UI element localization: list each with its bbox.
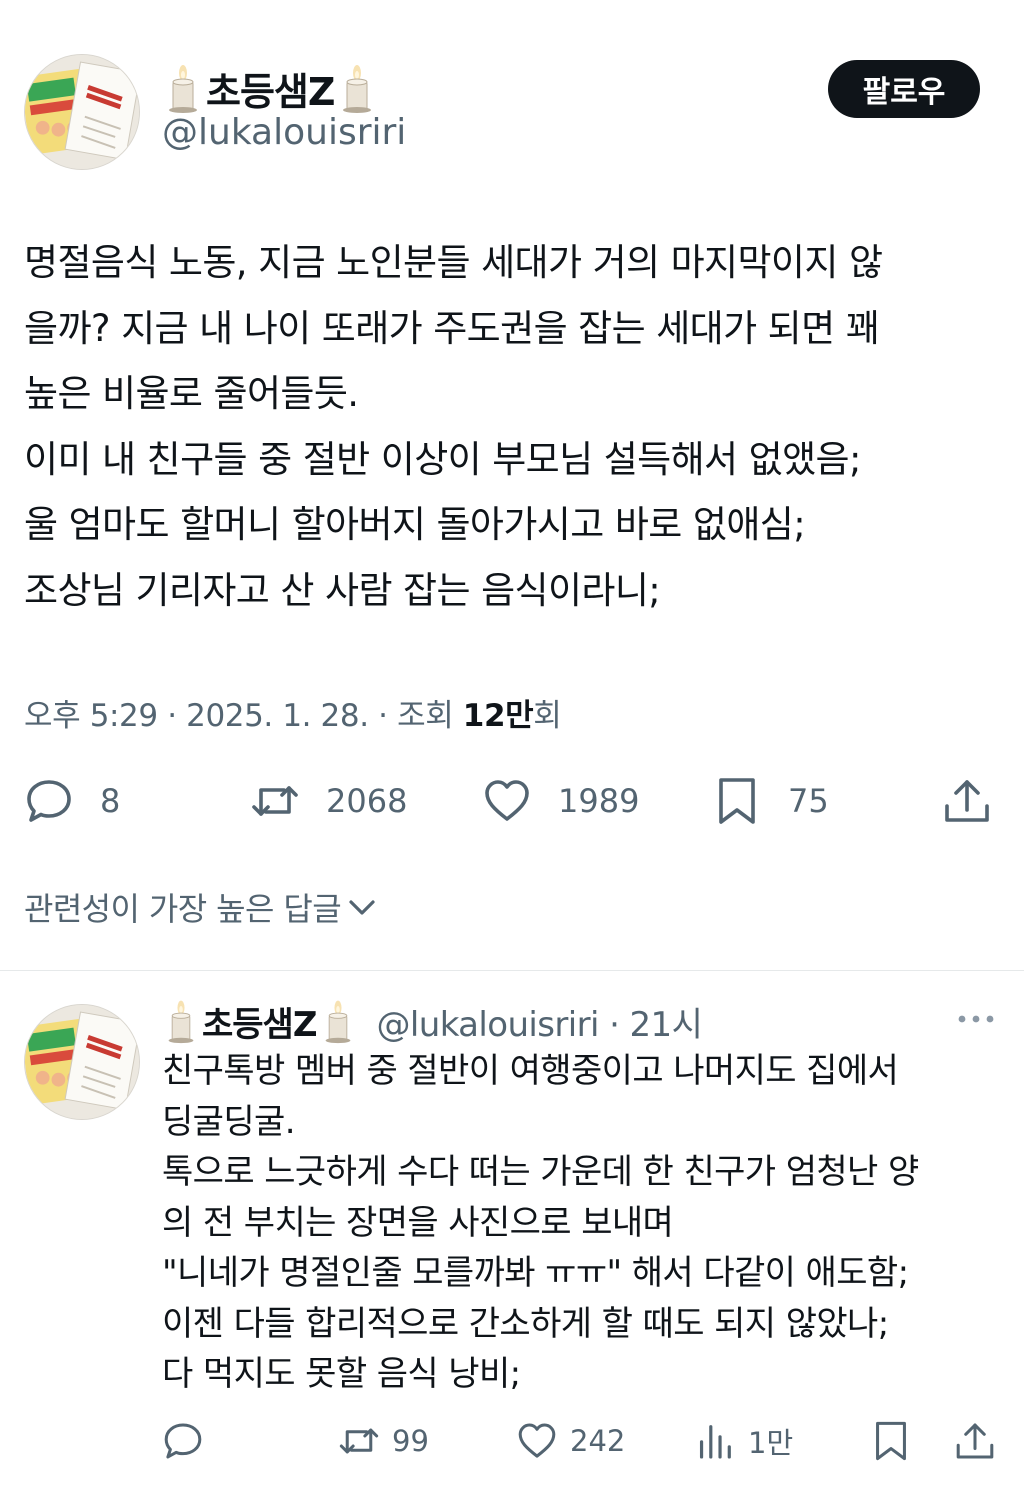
- reply-count: 8: [100, 782, 121, 820]
- share-button[interactable]: [942, 776, 992, 826]
- avatar[interactable]: [24, 1004, 140, 1120]
- bar-chart-icon: [694, 1420, 736, 1462]
- like-button[interactable]: 1989: [482, 776, 639, 826]
- tweet-meta: 오후 5:29 · 2025. 1. 28. · 조회 12만회: [24, 690, 562, 735]
- meta-separator: ·: [167, 698, 177, 734]
- reply-like-count: 242: [570, 1424, 626, 1458]
- more-options-button[interactable]: [954, 1004, 998, 1034]
- speech-bubble-icon: [24, 776, 74, 826]
- reply-reply-button[interactable]: [162, 1420, 204, 1462]
- reply-handle-time: @lukalouisriri · 21시: [377, 997, 703, 1046]
- author-name-row[interactable]: 초등샘Z: [162, 60, 378, 116]
- sort-label: 관련성이 가장 높은 답글: [24, 890, 342, 928]
- share-upload-icon: [942, 776, 992, 826]
- reply-text-line: 톡으로 느긋하게 수다 떠는 가운데 한 친구가 엄청난 양: [162, 1152, 919, 1192]
- bookmark-icon: [870, 1420, 912, 1462]
- meta-separator: ·: [609, 1004, 620, 1045]
- share-upload-icon: [954, 1420, 996, 1462]
- tweet-text-line: 울 엄마도 할머니 할아버지 돌아가시고 바로 없애심;: [24, 503, 806, 546]
- reply-author-display-name: 초등샘Z: [202, 1004, 317, 1045]
- views-count: 12만: [462, 698, 534, 734]
- candle-emoji-icon: [319, 998, 357, 1044]
- reply-text-line: 의 전 부치는 장면을 사진으로 보내며: [162, 1202, 674, 1243]
- book-cover-avatar-icon: [25, 55, 139, 169]
- tweet-detail-page: 초등샘Z @lukalouisriri 팔로우 명절음식 노동, 지금 노인분들…: [0, 0, 1024, 1491]
- reply-author-row[interactable]: 초등샘Z @lukalouisriri · 21시: [162, 996, 703, 1046]
- meta-separator: ·: [378, 698, 388, 734]
- reply-text-line: 다 먹지도 못할 음식 낭비;: [162, 1354, 521, 1394]
- speech-bubble-icon: [162, 1420, 204, 1462]
- reply-time[interactable]: 21시: [630, 1005, 703, 1045]
- retweet-arrows-icon: [250, 776, 300, 826]
- reply-button[interactable]: 8: [24, 776, 120, 826]
- views-suffix: 회: [533, 698, 562, 734]
- reply-text-line: 딩굴딩굴.: [162, 1101, 296, 1142]
- like-count: 1989: [558, 782, 640, 820]
- tweet-text-line: 이미 내 친구들 중 절반 이상이 부모님 설득해서 없앴음;: [24, 437, 861, 481]
- reply-text-line: "니네가 명절인줄 모를까봐 ㅠㅠ" 해서 다같이 애도함;: [162, 1253, 909, 1293]
- reply-retweet-count: 99: [392, 1424, 429, 1458]
- tweet-text-line: 을까? 지금 내 나이 또래가 주도권을 잡는 세대가 되면 꽤: [24, 306, 880, 350]
- tweet-text-line: 높은 비율로 줄어들듯.: [24, 372, 359, 415]
- tweet-time[interactable]: 오후 5:29: [24, 698, 158, 734]
- reply-text-line: 이젠 다들 합리적으로 간소하게 할 때도 되지 않았나;: [162, 1303, 889, 1344]
- follow-button[interactable]: 팔로우: [828, 60, 980, 118]
- reply-like-button[interactable]: 242: [516, 1420, 625, 1462]
- reply-bookmark-button[interactable]: [870, 1420, 912, 1462]
- reply-share-button[interactable]: [954, 1420, 996, 1462]
- divider: [0, 970, 1024, 971]
- tweet-text-line: 명절음식 노동, 지금 노인분들 세대가 거의 마지막이지 않: [24, 241, 883, 284]
- reply-views-count: 1만: [748, 1426, 794, 1460]
- candle-emoji-icon: [162, 998, 200, 1044]
- tweet-text-line: 조상님 기리자고 산 사람 잡는 음식이라니;: [24, 568, 661, 612]
- replies-sort-selector[interactable]: 관련성이 가장 높은 답글: [24, 884, 379, 930]
- retweet-arrows-icon: [338, 1420, 380, 1462]
- reply-views-button[interactable]: 1만: [694, 1420, 793, 1462]
- author-display-name: 초등샘Z: [206, 69, 335, 114]
- ellipsis-icon: [958, 1015, 994, 1023]
- views-label: 조회: [397, 698, 454, 734]
- candle-emoji-icon: [336, 62, 378, 114]
- bookmark-button[interactable]: 75: [712, 776, 829, 826]
- reply-retweet-button[interactable]: 99: [338, 1420, 429, 1462]
- book-cover-avatar-icon: [25, 1005, 139, 1119]
- chevron-down-icon: [345, 890, 379, 924]
- heart-icon: [516, 1420, 558, 1462]
- reply-text-line: 친구톡방 멤버 중 절반이 여행중이고 나머지도 집에서: [162, 1051, 899, 1091]
- bookmark-count: 75: [788, 782, 829, 820]
- retweet-button[interactable]: 2068: [250, 776, 407, 826]
- tweet-date[interactable]: 2025. 1. 28.: [186, 698, 369, 734]
- retweet-count: 2068: [326, 782, 408, 820]
- avatar[interactable]: [24, 54, 140, 170]
- author-handle[interactable]: @lukalouisriri: [162, 112, 406, 153]
- reply-handle[interactable]: @lukalouisriri: [377, 1005, 600, 1045]
- tweet-text: 명절음식 노동, 지금 노인분들 세대가 거의 마지막이지 않 을까? 지금 내…: [24, 230, 1004, 623]
- reply-text: 친구톡방 멤버 중 절반이 여행중이고 나머지도 집에서 딩굴딩굴. 톡으로 느…: [162, 1046, 1002, 1400]
- heart-icon: [482, 776, 532, 826]
- bookmark-icon: [712, 776, 762, 826]
- candle-emoji-icon: [162, 62, 204, 114]
